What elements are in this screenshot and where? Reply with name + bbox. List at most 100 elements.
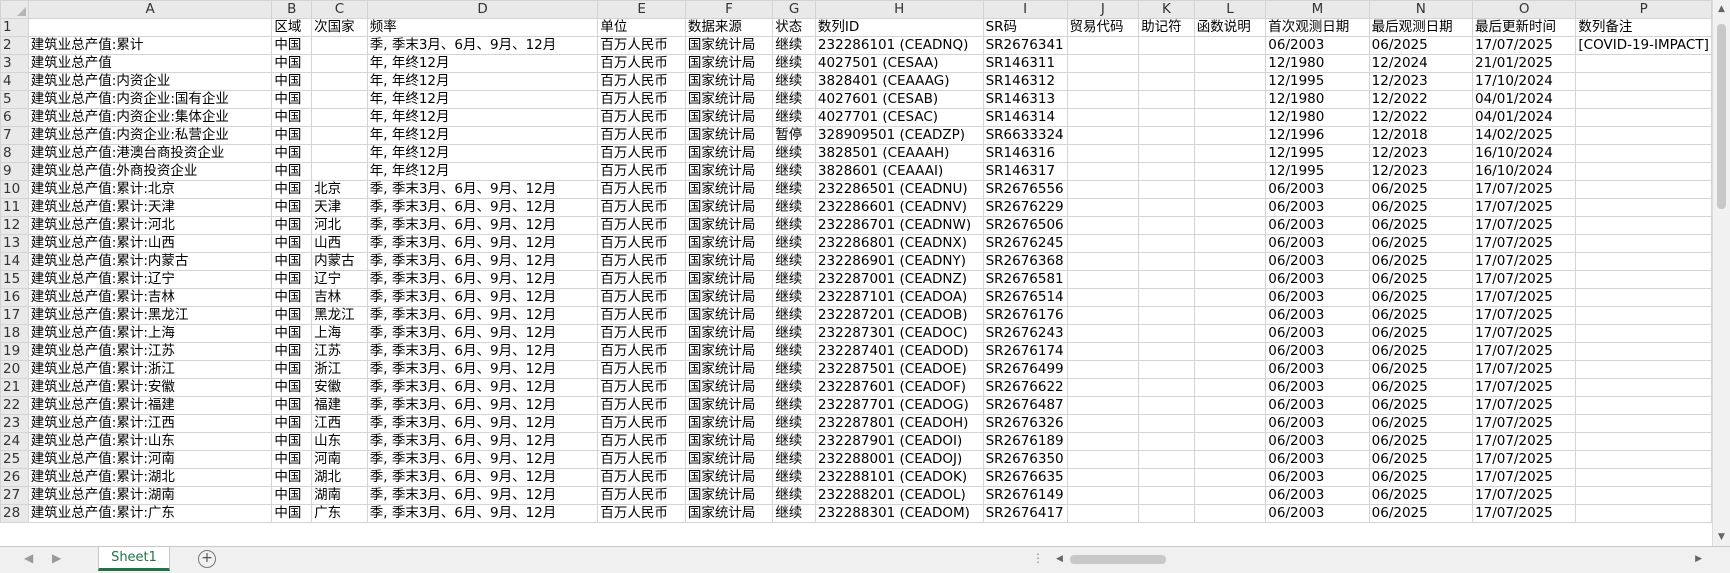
cell[interactable]: 中国 <box>271 288 313 307</box>
cell[interactable]: 17/07/2025 <box>1472 306 1577 325</box>
cell[interactable]: 函数说明 <box>1193 18 1267 37</box>
cell[interactable]: SR2676368 <box>982 252 1068 271</box>
cell[interactable]: 12/1980 <box>1265 108 1370 127</box>
cell[interactable]: 年, 年终12月 <box>366 90 599 109</box>
cell[interactable] <box>1138 198 1195 217</box>
cell[interactable] <box>1138 342 1195 361</box>
cell[interactable]: 06/2003 <box>1265 216 1370 235</box>
cell[interactable] <box>27 18 273 37</box>
cell[interactable]: 继续 <box>772 270 816 289</box>
cell[interactable]: 3828501 (CEAAAH) <box>814 144 984 163</box>
cell[interactable] <box>1066 216 1140 235</box>
cell[interactable] <box>1575 162 1712 181</box>
row-header[interactable]: 4 <box>0 72 29 91</box>
cell[interactable]: 06/2003 <box>1265 324 1370 343</box>
cell[interactable]: 季, 季末3月、6月、9月、12月 <box>366 450 599 469</box>
cell[interactable]: 06/2025 <box>1368 432 1474 451</box>
cell[interactable]: 国家统计局 <box>684 288 774 307</box>
cell[interactable]: 继续 <box>772 324 816 343</box>
row-header[interactable]: 5 <box>0 90 29 109</box>
cell[interactable] <box>1575 360 1712 379</box>
cell[interactable] <box>1193 162 1267 181</box>
select-all-corner[interactable] <box>0 0 29 19</box>
cell[interactable]: 最后更新时间 <box>1472 18 1577 37</box>
cell[interactable]: 福建 <box>311 396 368 415</box>
cell[interactable]: 232287901 (CEADOI) <box>814 432 984 451</box>
cell[interactable] <box>1066 468 1140 487</box>
cell[interactable]: 中国 <box>271 54 313 73</box>
cell[interactable]: SR2676622 <box>982 378 1068 397</box>
chevron-right-icon[interactable]: ▶ <box>52 551 61 565</box>
column-header[interactable]: A <box>27 0 273 19</box>
triangle-left-icon[interactable]: ◀ <box>1056 552 1063 567</box>
cell[interactable]: 辽宁 <box>311 270 368 289</box>
cell[interactable]: 年, 年终12月 <box>366 54 599 73</box>
cell[interactable]: 继续 <box>772 360 816 379</box>
cell[interactable]: 12/1980 <box>1265 54 1370 73</box>
cell[interactable] <box>1066 90 1140 109</box>
cell[interactable]: 季, 季末3月、6月、9月、12月 <box>366 360 599 379</box>
cell[interactable]: 建筑业总产值:累计:山西 <box>27 234 273 253</box>
cell[interactable]: 季, 季末3月、6月、9月、12月 <box>366 504 599 523</box>
cell[interactable]: 12/2022 <box>1368 108 1474 127</box>
cell[interactable]: 上海 <box>311 324 368 343</box>
triangle-down-icon[interactable]: ▼ <box>1713 528 1730 546</box>
row-header[interactable]: 22 <box>0 396 29 415</box>
row-header[interactable]: 8 <box>0 144 29 163</box>
cell[interactable] <box>1575 396 1712 415</box>
cell[interactable]: 国家统计局 <box>684 216 774 235</box>
cell[interactable]: 建筑业总产值:累计:内蒙古 <box>27 252 273 271</box>
cell[interactable]: 06/2003 <box>1265 270 1370 289</box>
cell[interactable]: 百万人民币 <box>597 252 686 271</box>
cell[interactable]: 06/2003 <box>1265 252 1370 271</box>
cell[interactable]: 17/07/2025 <box>1472 504 1577 523</box>
cell[interactable] <box>1138 108 1195 127</box>
cell[interactable]: 继续 <box>772 342 816 361</box>
cell[interactable]: 年, 年终12月 <box>366 72 599 91</box>
cell[interactable]: 06/2025 <box>1368 468 1474 487</box>
cell[interactable]: 黑龙江 <box>311 306 368 325</box>
row-header[interactable]: 7 <box>0 126 29 145</box>
cell[interactable]: 06/2003 <box>1265 504 1370 523</box>
cell[interactable]: 232288001 (CEADOJ) <box>814 450 984 469</box>
cell[interactable]: 04/01/2024 <box>1472 108 1577 127</box>
cell[interactable]: 中国 <box>271 504 313 523</box>
cell[interactable] <box>1575 198 1712 217</box>
cell[interactable] <box>1193 450 1267 469</box>
cell[interactable] <box>1138 270 1195 289</box>
cell[interactable]: 建筑业总产值:累计:山东 <box>27 432 273 451</box>
cell[interactable]: 06/2003 <box>1265 180 1370 199</box>
cell[interactable]: SR2676341 <box>982 36 1068 55</box>
cell[interactable] <box>1575 180 1712 199</box>
cell[interactable]: 17/07/2025 <box>1472 486 1577 505</box>
row-header[interactable]: 15 <box>0 270 29 289</box>
row-header[interactable]: 3 <box>0 54 29 73</box>
cell[interactable]: SR2676417 <box>982 504 1068 523</box>
column-header[interactable]: E <box>597 0 686 19</box>
cell[interactable]: 17/07/2025 <box>1472 342 1577 361</box>
cell[interactable]: 06/2003 <box>1265 414 1370 433</box>
cell[interactable] <box>1193 180 1267 199</box>
cell[interactable]: 17/07/2025 <box>1472 432 1577 451</box>
cell[interactable]: 建筑业总产值:累计:浙江 <box>27 360 273 379</box>
cell[interactable] <box>1138 234 1195 253</box>
cell[interactable]: 建筑业总产值:港澳台商投资企业 <box>27 144 273 163</box>
cell[interactable]: 国家统计局 <box>684 162 774 181</box>
cell[interactable]: 232287801 (CEADOH) <box>814 414 984 433</box>
cell[interactable]: SR2676174 <box>982 342 1068 361</box>
cell[interactable] <box>1066 162 1140 181</box>
cell[interactable]: 百万人民币 <box>597 180 686 199</box>
cell[interactable]: 06/2003 <box>1265 396 1370 415</box>
cell[interactable]: 国家统计局 <box>684 432 774 451</box>
plus-circle-icon[interactable]: + <box>198 550 216 568</box>
cell[interactable]: 中国 <box>271 162 313 181</box>
cell[interactable] <box>1066 234 1140 253</box>
cell[interactable]: 安徽 <box>311 378 368 397</box>
cell[interactable]: 232286601 (CEADNV) <box>814 198 984 217</box>
cell[interactable]: 17/07/2025 <box>1472 36 1577 55</box>
cell[interactable]: 17/07/2025 <box>1472 414 1577 433</box>
cell[interactable]: 继续 <box>772 198 816 217</box>
cell[interactable] <box>1138 252 1195 271</box>
cell[interactable] <box>1138 36 1195 55</box>
cell[interactable]: 4027601 (CESAB) <box>814 90 984 109</box>
